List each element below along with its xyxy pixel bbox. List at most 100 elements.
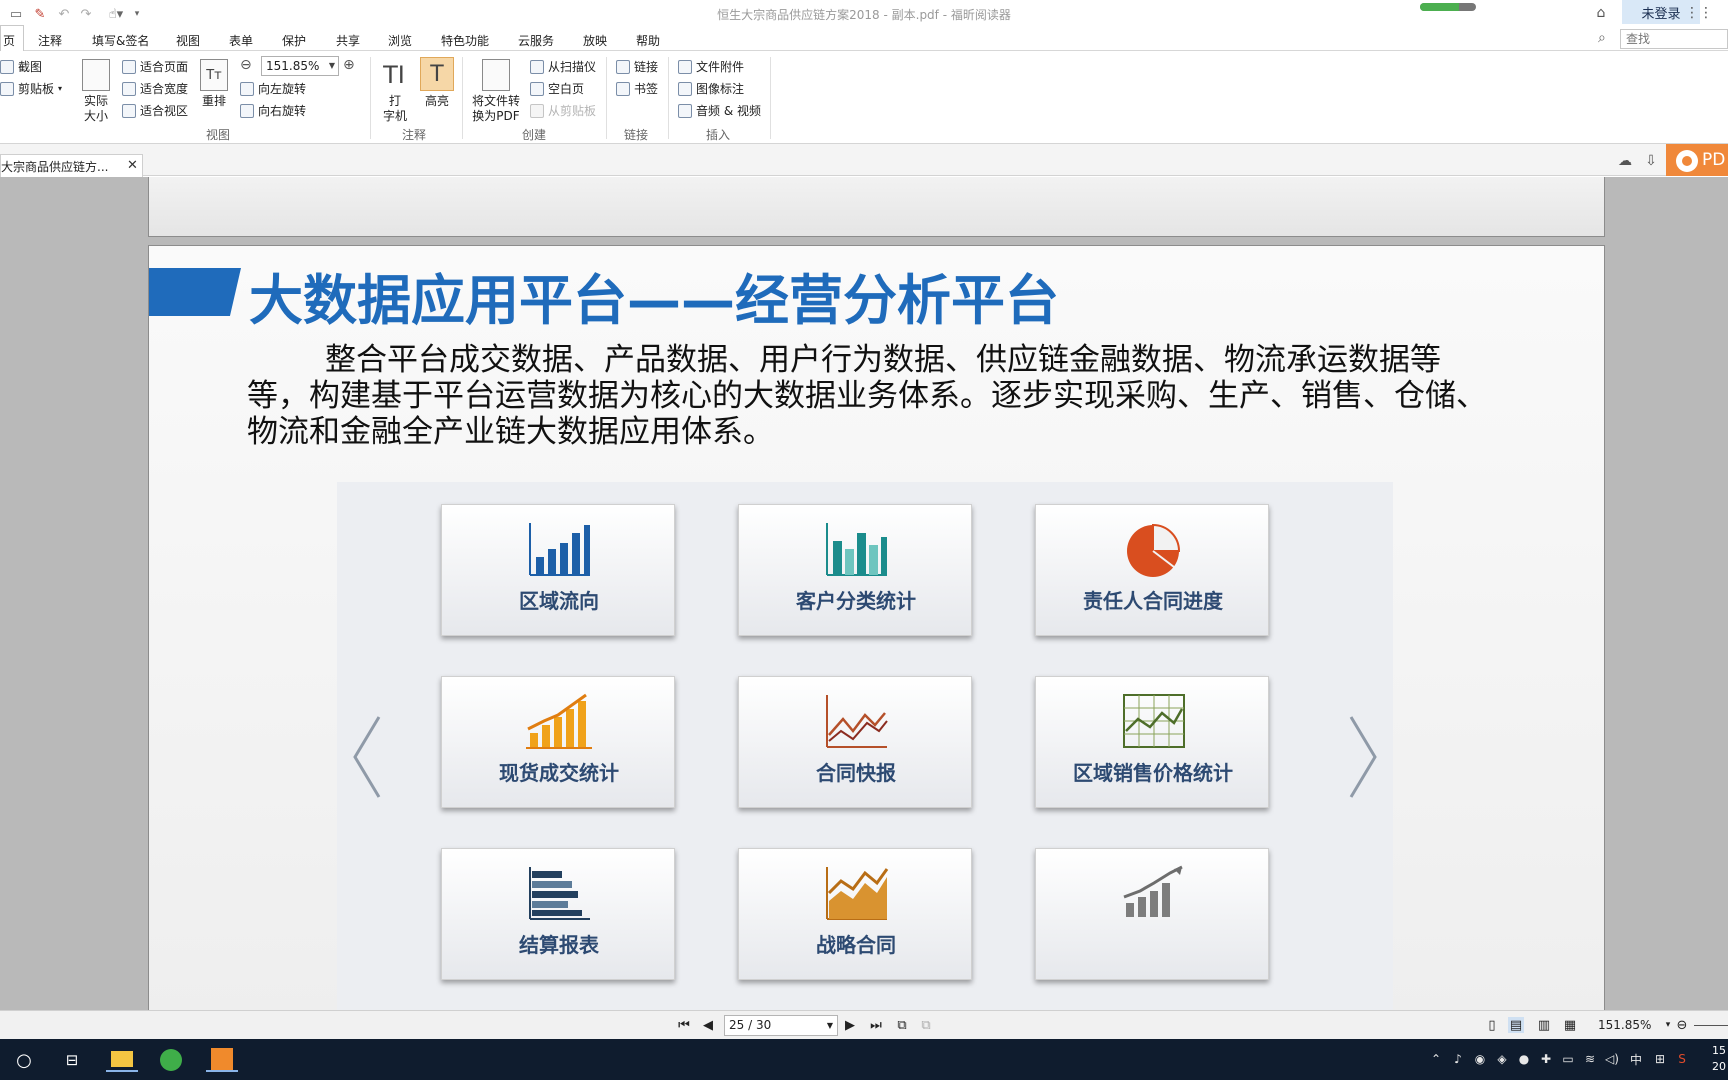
ime-indicator[interactable]: 中: [1628, 1051, 1644, 1067]
wifi-icon[interactable]: ≋: [1582, 1051, 1598, 1067]
typewriter-icon[interactable]: TI: [380, 59, 408, 91]
reflow-button[interactable]: 重排: [196, 94, 232, 109]
document-tab[interactable]: 大宗商品供应链方... ✕: [0, 154, 143, 177]
cloud-icon[interactable]: ☁: [1616, 152, 1634, 170]
cortana-icon[interactable]: ○: [12, 1048, 36, 1072]
search-input[interactable]: [1620, 29, 1728, 49]
group-label-links: 链接: [624, 128, 649, 142]
page-number-input[interactable]: 25 / 30 ▼: [724, 1015, 838, 1036]
actual-size-icon[interactable]: [82, 59, 110, 91]
next-view-icon[interactable]: ⧉: [918, 1017, 934, 1033]
tile-contract-bulletin[interactable]: 合同快报: [738, 676, 972, 808]
grid-apps-icon[interactable]: ⋮⋮: [1685, 4, 1713, 22]
last-page-icon[interactable]: ⏭: [868, 1017, 884, 1033]
tile-regional-price-statistics[interactable]: 区域销售价格统计: [1035, 676, 1269, 808]
tab-features[interactable]: 特色功能: [441, 32, 489, 49]
previous-view-icon[interactable]: ⧉: [894, 1017, 910, 1033]
tab-share[interactable]: 共享: [336, 32, 360, 49]
actual-size-button[interactable]: 实际 大小: [78, 94, 114, 124]
zoom-slider[interactable]: [1694, 1025, 1728, 1026]
body-line: 物流和金融全产业链大数据应用体系。: [247, 414, 774, 450]
link-icon: [616, 59, 630, 74]
convert-to-pdf-button[interactable]: 将文件转 换为PDF: [468, 94, 524, 124]
highlight-icon[interactable]: T: [420, 57, 454, 91]
fit-page-button[interactable]: 适合页面: [122, 58, 188, 75]
single-page-view-icon[interactable]: ▯: [1484, 1017, 1500, 1033]
sogou-icon[interactable]: S: [1674, 1051, 1690, 1067]
tray-app-icon[interactable]: ◉: [1472, 1051, 1488, 1067]
tile-label: 结算报表: [519, 933, 599, 957]
zoom-in-icon[interactable]: ⊕: [343, 57, 355, 73]
rotate-left-button[interactable]: 向左旋转: [240, 80, 306, 97]
tile-owner-contract-progress[interactable]: 责任人合同进度: [1035, 504, 1269, 636]
zoom-out-icon[interactable]: ⊖: [240, 57, 252, 73]
document-viewport[interactable]: 大数据应用平台——经营分析平台 整合平台成交数据、产品数据、用户行为数据、供应链…: [0, 177, 1728, 1010]
chevron-left-icon[interactable]: [347, 712, 387, 802]
blank-page-button[interactable]: 空白页: [530, 80, 584, 97]
tab-fill-sign[interactable]: 填写&签名: [92, 32, 149, 49]
tab-home[interactable]: 页: [0, 25, 25, 51]
volume-icon[interactable]: ◁): [1604, 1051, 1620, 1067]
tile-strategic-contract[interactable]: 战略合同: [738, 848, 972, 980]
system-clock[interactable]: 15 20: [1712, 1043, 1726, 1075]
tab-cloud[interactable]: 云服务: [518, 32, 554, 49]
tab-comment[interactable]: 注释: [38, 32, 62, 49]
file-attachment-button[interactable]: 文件附件: [678, 58, 744, 75]
screenshot-button[interactable]: 截图: [0, 58, 42, 75]
tile-spot-trade-statistics[interactable]: 现货成交统计: [441, 676, 675, 808]
battery-icon[interactable]: ▭: [1560, 1051, 1576, 1067]
audio-video-button[interactable]: 音频 & 视频: [678, 102, 761, 119]
tile-settlement-report[interactable]: 结算报表: [441, 848, 675, 980]
task-view-icon[interactable]: ⊟: [60, 1048, 84, 1072]
facing-view-icon[interactable]: ▥: [1536, 1017, 1552, 1033]
fit-visible-button[interactable]: 适合视区: [122, 102, 188, 119]
zoom-level[interactable]: 151.85%: [1598, 1018, 1651, 1032]
typewriter-button[interactable]: 打字机: [378, 94, 412, 124]
show-hidden-icons-icon[interactable]: ⌃: [1428, 1051, 1444, 1067]
first-page-icon[interactable]: ⏮: [676, 1017, 692, 1033]
tab-browse[interactable]: 浏览: [388, 32, 412, 49]
previous-page-icon[interactable]: ◀: [700, 1017, 716, 1033]
clipboard-button[interactable]: 剪贴板 ▾: [0, 80, 62, 97]
continuous-view-icon[interactable]: ▤: [1508, 1017, 1524, 1033]
image-annotation-button[interactable]: 图像标注: [678, 80, 744, 97]
tile-customer-classification[interactable]: 客户分类统计: [738, 504, 972, 636]
shirt-skin-icon[interactable]: ⌂: [1592, 4, 1610, 22]
tile-growth-blank[interactable]: [1035, 848, 1269, 980]
tray-app-icon[interactable]: ●: [1516, 1051, 1532, 1067]
tab-form[interactable]: 表单: [229, 32, 253, 49]
tray-app-icon[interactable]: ✚: [1538, 1051, 1554, 1067]
file-explorer-icon[interactable]: [106, 1048, 138, 1072]
fit-width-button[interactable]: 适合宽度: [122, 80, 188, 97]
tray-app-icon[interactable]: ◈: [1494, 1051, 1510, 1067]
tab-help[interactable]: 帮助: [636, 32, 660, 49]
find-icon[interactable]: ⌕: [1598, 30, 1616, 48]
input-method-icon[interactable]: ⊞: [1652, 1051, 1668, 1067]
tab-protect[interactable]: 保护: [282, 32, 306, 49]
rotate-right-button[interactable]: 向右旋转: [240, 102, 306, 119]
tab-slideshow[interactable]: 放映: [583, 32, 607, 49]
blank-page-icon: [530, 81, 544, 96]
foxit-reader-taskbar-icon[interactable]: [206, 1048, 238, 1072]
chevron-right-icon[interactable]: [1343, 712, 1383, 802]
from-scanner-button[interactable]: 从扫描仪: [530, 58, 596, 75]
highlight-button[interactable]: 高亮: [418, 94, 456, 109]
group-label-comment: 注释: [402, 128, 427, 142]
link-button[interactable]: 链接: [616, 58, 658, 75]
zoom-select[interactable]: 151.85% ▼: [261, 56, 339, 76]
download-icon[interactable]: ⇩: [1642, 152, 1660, 170]
microphone-icon[interactable]: ♪: [1450, 1051, 1466, 1067]
bookmark-button[interactable]: 书签: [616, 80, 658, 97]
tab-view[interactable]: 视图: [176, 32, 200, 49]
close-tab-icon[interactable]: ✕: [127, 158, 138, 173]
tile-regional-flow[interactable]: 区域流向: [441, 504, 675, 636]
tile-label: 客户分类统计: [796, 589, 916, 613]
reflow-icon[interactable]: Tт: [200, 59, 228, 91]
convert-to-pdf-icon[interactable]: [482, 59, 510, 91]
browser-icon[interactable]: [158, 1048, 184, 1072]
grey-growth-icon: [1123, 865, 1183, 917]
zoom-out-icon[interactable]: ⊖: [1674, 1017, 1690, 1033]
from-clipboard-button[interactable]: 从剪贴板: [530, 102, 596, 119]
continuous-facing-view-icon[interactable]: ▦: [1562, 1017, 1578, 1033]
next-page-icon[interactable]: ▶: [842, 1017, 858, 1033]
